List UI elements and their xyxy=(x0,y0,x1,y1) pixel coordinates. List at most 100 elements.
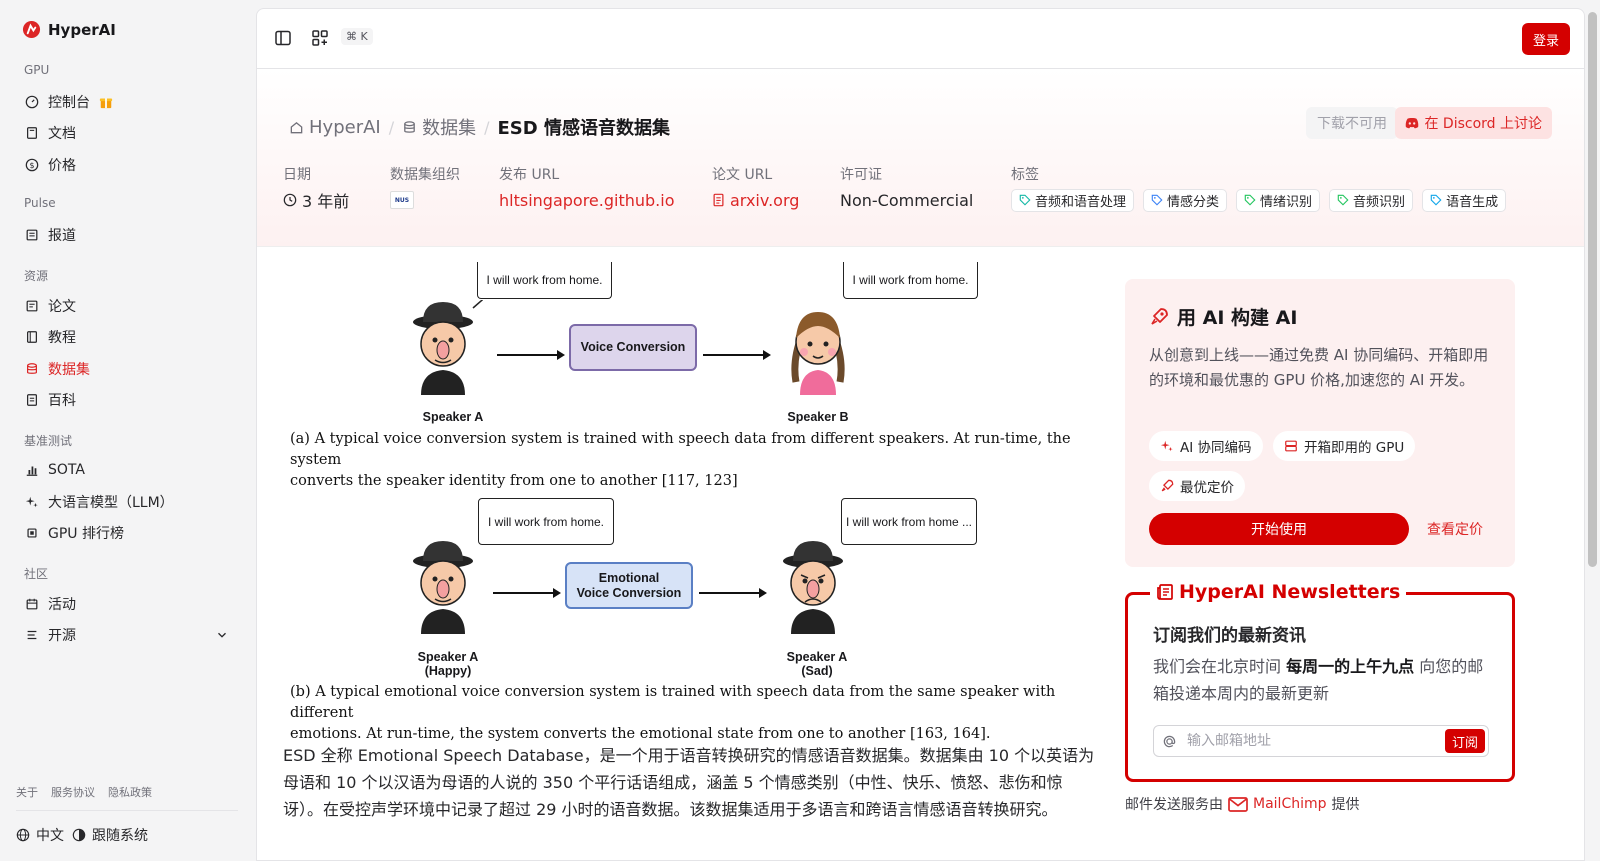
discord-discuss-button[interactable]: 在 Discord 上讨论 xyxy=(1395,107,1552,139)
theme-label: 跟随系统 xyxy=(92,828,148,844)
gift-icon xyxy=(99,98,113,109)
apps-icon[interactable] xyxy=(311,29,329,47)
sidebar-item-label: 控制台 xyxy=(48,95,90,111)
desc-emphasis: 每周一的上午九点 xyxy=(1286,657,1415,676)
mailchimp-link[interactable]: MailChimp xyxy=(1228,796,1327,812)
page-title: ESD 情感语音数据集 xyxy=(497,118,670,139)
section-label-community: 社区 xyxy=(24,567,49,581)
release-url-link[interactable]: hltsingapore.github.io xyxy=(499,188,674,212)
sidebar-item-label: 文档 xyxy=(48,126,76,142)
sidebar-item-papers[interactable]: 论文 xyxy=(25,294,235,318)
chevron-down-icon[interactable] xyxy=(215,628,229,642)
breadcrumb-home[interactable]: HyperAI xyxy=(289,117,381,138)
tag-icon xyxy=(1019,194,1031,206)
sidebar-item-llm[interactable]: 大语言模型（LLM） xyxy=(25,490,235,514)
meta-paper: 论文 URL arxiv.org xyxy=(712,164,799,212)
speaker-label-line: Speaker A xyxy=(786,650,848,664)
sidebar-item-news[interactable]: 报道 xyxy=(25,223,235,247)
speaker-label: Speaker A (Happy) xyxy=(408,650,488,678)
server-icon xyxy=(1285,440,1297,452)
tag-chip[interactable]: 音频和语音处理 xyxy=(1011,188,1135,212)
figure-caption-b: (b) A typical emotional voice conversion… xyxy=(290,682,1095,745)
scrollbar-thumb[interactable] xyxy=(1588,12,1597,567)
url-label: 发布 URL xyxy=(499,167,560,183)
sidebar-item-label: 活动 xyxy=(48,597,76,613)
sidebar-item-open-source[interactable]: 开源 xyxy=(25,623,235,647)
feature-chip-cocoding: AI 协同编码 xyxy=(1149,431,1263,461)
speaker-label: Speaker A xyxy=(422,410,484,424)
tag-label: 语音生成 xyxy=(1446,194,1499,210)
rocket-icon xyxy=(1161,479,1174,492)
sidebar-item-pricing[interactable]: $ 价格 xyxy=(25,153,235,177)
license-label: 许可证 xyxy=(840,167,882,183)
clock-icon xyxy=(283,193,297,207)
command-shortcut[interactable]: ⌘ K xyxy=(341,28,373,45)
sidebar-item-label: SOTA xyxy=(48,462,85,478)
main-panel: ⌘ K 登录 HyperAI / 数据集 / ESD 情感语音数据集 下载不可用… xyxy=(256,8,1585,861)
discord-icon xyxy=(1406,117,1419,129)
newsletter-title: 订阅我们的最新资讯 xyxy=(1153,626,1306,646)
newsletter-heading-label: HyperAI Newsletters xyxy=(1179,581,1401,603)
email-input[interactable] xyxy=(1187,733,1427,749)
sidebar-toggle-icon[interactable] xyxy=(274,29,292,47)
paper-link-label: arxiv.org xyxy=(730,190,800,210)
tag-icon xyxy=(1430,194,1442,206)
section-label-resources: 资源 xyxy=(24,269,49,283)
sidebar-item-wiki[interactable]: 百科 xyxy=(25,388,235,412)
breadcrumb-separator: / xyxy=(388,117,395,137)
box-line: Voice Conversion xyxy=(576,585,682,600)
nus-logo[interactable]: NUS xyxy=(390,191,414,209)
privacy-link[interactable]: 隐私政策 xyxy=(108,784,152,800)
tag-chip[interactable]: 情感分类 xyxy=(1143,188,1228,212)
tag-chip[interactable]: 语音生成 xyxy=(1422,188,1507,212)
view-pricing-link[interactable]: 查看定价 xyxy=(1427,519,1483,539)
sidebar-item-label: 价格 xyxy=(48,158,76,174)
download-unavailable-button[interactable]: 下载不可用 xyxy=(1306,107,1398,139)
breadcrumb-datasets[interactable]: 数据集 xyxy=(402,114,476,140)
newspaper-icon xyxy=(26,229,38,241)
dataset-header: HyperAI / 数据集 / ESD 情感语音数据集 下载不可用 在 Disc… xyxy=(257,69,1584,247)
sidebar-item-gpu-rank[interactable]: GPU 排行榜 xyxy=(25,521,235,545)
get-started-button[interactable]: 开始使用 xyxy=(1149,513,1409,545)
sidebar-item-label: 论文 xyxy=(48,299,76,315)
figure-caption-a: (a) A typical voice conversion system is… xyxy=(290,429,1095,492)
caption-line: converts the speaker identity from one t… xyxy=(290,473,738,489)
section-label-benchmark: 基准测试 xyxy=(24,434,73,448)
feature-chip-pricing: 最优定价 xyxy=(1149,471,1245,501)
caption-line: (b) A typical emotional voice conversion… xyxy=(290,684,1056,721)
database-icon xyxy=(404,120,415,133)
speaker-a-sad-illustration xyxy=(783,541,843,634)
terms-link[interactable]: 服务协议 xyxy=(51,784,95,800)
language-switch[interactable]: 中文 xyxy=(16,825,64,845)
chip-label: AI 协同编码 xyxy=(1180,440,1252,456)
brand[interactable]: HyperAI xyxy=(22,20,116,39)
email-field-wrapper: 订阅 xyxy=(1153,725,1489,757)
sidebar-item-label: 数据集 xyxy=(48,362,90,378)
login-button[interactable]: 登录 xyxy=(1522,23,1570,55)
sidebar-item-label: 教程 xyxy=(48,330,76,346)
rocket-icon xyxy=(1151,307,1168,325)
sidebar-item-docs[interactable]: 文档 xyxy=(25,121,235,145)
sidebar-item-console[interactable]: 控制台 xyxy=(25,90,235,114)
gauge-icon xyxy=(25,95,39,109)
tag-chip[interactable]: 情绪识别 xyxy=(1236,188,1321,212)
speaker-label: Speaker A (Sad) xyxy=(777,650,857,678)
subscribe-button[interactable]: 订阅 xyxy=(1444,729,1485,753)
sidebar-item-tutorials[interactable]: 教程 xyxy=(25,325,235,349)
caption-line: (a) A typical voice conversion system is… xyxy=(290,431,1071,468)
paper-link[interactable]: arxiv.org xyxy=(712,188,799,212)
sidebar-item-events[interactable]: 活动 xyxy=(25,592,235,616)
sidebar-item-sota[interactable]: SOTA xyxy=(25,458,235,482)
sidebar-item-datasets[interactable]: 数据集 xyxy=(25,357,235,381)
home-icon xyxy=(290,121,303,133)
speaker-b-illustration xyxy=(791,312,845,395)
database-icon xyxy=(27,363,37,374)
svg-text:$: $ xyxy=(29,161,34,170)
page-scrollbar[interactable] xyxy=(1585,0,1600,861)
theme-switch[interactable]: 跟随系统 xyxy=(72,825,148,845)
about-link[interactable]: 关于 xyxy=(16,784,38,800)
breadcrumb-home-label: HyperAI xyxy=(309,116,381,138)
mail-icon xyxy=(1228,796,1248,812)
sidebar: HyperAI GPU 控制台 文档 $ 价格 Pulse 报道 资源 论文 教… xyxy=(0,0,250,861)
tag-chip[interactable]: 音频识别 xyxy=(1329,188,1414,212)
